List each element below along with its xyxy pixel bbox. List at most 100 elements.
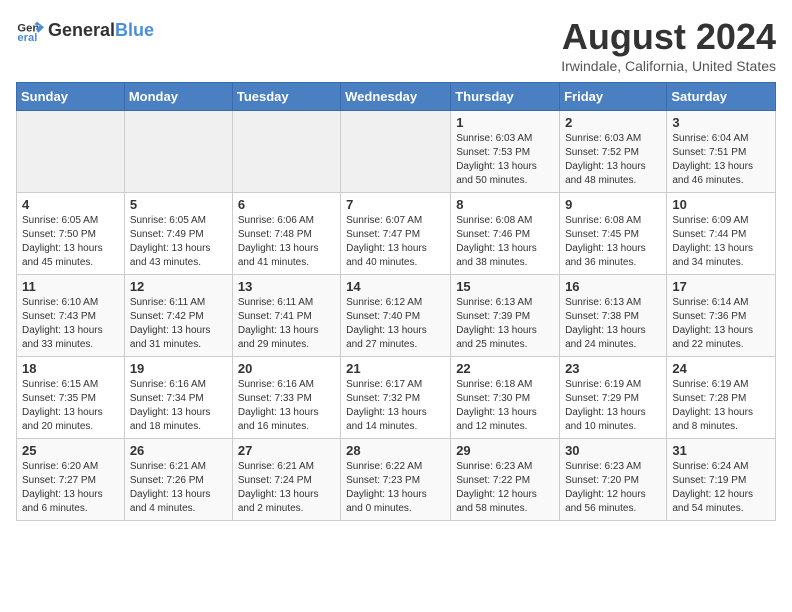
day-info: Sunrise: 6:23 AM Sunset: 7:22 PM Dayligh… (456, 460, 554, 516)
day-number: 4 (22, 197, 119, 212)
calendar-cell (232, 111, 340, 193)
day-number: 3 (672, 115, 770, 130)
calendar-cell: 23Sunrise: 6:19 AM Sunset: 7:29 PM Dayli… (560, 357, 667, 439)
calendar-cell: 10 Sunrise: 6:09 AM Sunset: 7:44 PM Dayli… (667, 193, 776, 275)
logo-text: GeneralBlue (48, 20, 154, 41)
calendar-cell: 28 Sunrise: 6:22 AM Sunset: 7:23 PM Dayli… (341, 439, 451, 521)
day-info: Sunrise: 6:21 AM Sunset: 7:26 PM Dayligh… (130, 460, 227, 516)
calendar-cell: 3Sunrise: 6:04 AM Sunset: 7:51 PM Daylig… (667, 111, 776, 193)
day-number: 13 (238, 279, 335, 294)
calendar-cell: 18 Sunrise: 6:15 AM Sunset: 7:35 PM Dayli… (17, 357, 125, 439)
day-number: 15 (456, 279, 554, 294)
day-number: 9 (565, 197, 661, 212)
day-info: Sunrise: 6:12 AM Sunset: 7:40 PM Dayligh… (346, 296, 445, 352)
day-number: 26 (130, 443, 227, 458)
calendar-cell: 25 Sunrise: 6:20 AM Sunset: 7:27 PM Dayli… (17, 439, 125, 521)
day-number: 14 (346, 279, 445, 294)
calendar-cell: 2Sunrise: 6:03 AM Sunset: 7:52 PM Daylig… (560, 111, 667, 193)
calendar-cell: 17 Sunrise: 6:14 AM Sunset: 7:36 PM Dayli… (667, 275, 776, 357)
calendar-table: SundayMondayTuesdayWednesdayThursdayFrid… (16, 82, 776, 521)
header-thursday: Thursday (451, 83, 560, 111)
day-number: 17 (672, 279, 770, 294)
logo: Gen eral GeneralBlue (16, 16, 154, 44)
day-info: Sunrise: 6:10 AM Sunset: 7:43 PM Dayligh… (22, 296, 119, 352)
day-info: Sunrise: 6:13 AM Sunset: 7:38 PM Dayligh… (565, 296, 661, 352)
day-info: Sunrise: 6:11 AM Sunset: 7:41 PM Dayligh… (238, 296, 335, 352)
calendar-cell: 6Sunrise: 6:06 AM Sunset: 7:48 PM Daylig… (232, 193, 340, 275)
day-number: 24 (672, 361, 770, 376)
calendar-cell: 22 Sunrise: 6:18 AM Sunset: 7:30 PM Dayli… (451, 357, 560, 439)
header-saturday: Saturday (667, 83, 776, 111)
day-number: 16 (565, 279, 661, 294)
header-monday: Monday (124, 83, 232, 111)
day-number: 11 (22, 279, 119, 294)
day-info: Sunrise: 6:06 AM Sunset: 7:48 PM Dayligh… (238, 214, 335, 270)
week-row-2: 11 Sunrise: 6:10 AM Sunset: 7:43 PM Dayli… (17, 275, 776, 357)
day-number: 25 (22, 443, 119, 458)
day-info: Sunrise: 6:05 AM Sunset: 7:49 PM Dayligh… (130, 214, 227, 270)
day-info: Sunrise: 6:24 AM Sunset: 7:19 PM Dayligh… (672, 460, 770, 516)
day-number: 5 (130, 197, 227, 212)
header-friday: Friday (560, 83, 667, 111)
day-number: 18 (22, 361, 119, 376)
logo-general: General (48, 20, 115, 40)
header-sunday: Sunday (17, 83, 125, 111)
calendar-cell: 7Sunrise: 6:07 AM Sunset: 7:47 PM Daylig… (341, 193, 451, 275)
calendar-cell: 9Sunrise: 6:08 AM Sunset: 7:45 PM Daylig… (560, 193, 667, 275)
day-number: 12 (130, 279, 227, 294)
title-block: August 2024 Irwindale, California, Unite… (561, 16, 776, 74)
day-number: 27 (238, 443, 335, 458)
day-info: Sunrise: 6:21 AM Sunset: 7:24 PM Dayligh… (238, 460, 335, 516)
day-number: 1 (456, 115, 554, 130)
day-info: Sunrise: 6:05 AM Sunset: 7:50 PM Dayligh… (22, 214, 119, 270)
day-info: Sunrise: 6:09 AM Sunset: 7:44 PM Dayligh… (672, 214, 770, 270)
week-row-0: 1 Sunrise: 6:03 AM Sunset: 7:53 PM Daylig… (17, 111, 776, 193)
calendar-cell: 12 Sunrise: 6:11 AM Sunset: 7:42 PM Dayli… (124, 275, 232, 357)
day-info: Sunrise: 6:14 AM Sunset: 7:36 PM Dayligh… (672, 296, 770, 352)
calendar-body: 1 Sunrise: 6:03 AM Sunset: 7:53 PM Daylig… (17, 111, 776, 521)
day-info: Sunrise: 6:16 AM Sunset: 7:33 PM Dayligh… (238, 378, 335, 434)
day-number: 22 (456, 361, 554, 376)
day-number: 10 (672, 197, 770, 212)
week-row-1: 4 Sunrise: 6:05 AM Sunset: 7:50 PM Daylig… (17, 193, 776, 275)
day-number: 23 (565, 361, 661, 376)
day-info: Sunrise: 6:22 AM Sunset: 7:23 PM Dayligh… (346, 460, 445, 516)
day-number: 28 (346, 443, 445, 458)
calendar-cell: 30 Sunrise: 6:23 AM Sunset: 7:20 PM Dayli… (560, 439, 667, 521)
svg-text:eral: eral (17, 32, 37, 44)
day-number: 30 (565, 443, 661, 458)
day-info: Sunrise: 6:15 AM Sunset: 7:35 PM Dayligh… (22, 378, 119, 434)
header-tuesday: Tuesday (232, 83, 340, 111)
calendar-title: August 2024 (561, 16, 776, 58)
calendar-cell: 13 Sunrise: 6:11 AM Sunset: 7:41 PM Dayli… (232, 275, 340, 357)
day-number: 21 (346, 361, 445, 376)
calendar-cell: 20Sunrise: 6:16 AM Sunset: 7:33 PM Dayli… (232, 357, 340, 439)
day-number: 2 (565, 115, 661, 130)
day-info: Sunrise: 6:11 AM Sunset: 7:42 PM Dayligh… (130, 296, 227, 352)
day-info: Sunrise: 6:08 AM Sunset: 7:46 PM Dayligh… (456, 214, 554, 270)
calendar-cell: 14 Sunrise: 6:12 AM Sunset: 7:40 PM Dayli… (341, 275, 451, 357)
calendar-cell: 4 Sunrise: 6:05 AM Sunset: 7:50 PM Daylig… (17, 193, 125, 275)
calendar-cell: 8 Sunrise: 6:08 AM Sunset: 7:46 PM Daylig… (451, 193, 560, 275)
day-number: 7 (346, 197, 445, 212)
calendar-cell (124, 111, 232, 193)
day-info: Sunrise: 6:19 AM Sunset: 7:28 PM Dayligh… (672, 378, 770, 434)
calendar-cell (341, 111, 451, 193)
day-info: Sunrise: 6:18 AM Sunset: 7:30 PM Dayligh… (456, 378, 554, 434)
day-info: Sunrise: 6:03 AM Sunset: 7:53 PM Dayligh… (456, 132, 554, 188)
day-number: 8 (456, 197, 554, 212)
day-info: Sunrise: 6:16 AM Sunset: 7:34 PM Dayligh… (130, 378, 227, 434)
page-header: Gen eral GeneralBlue August 2024 Irwinda… (16, 16, 776, 74)
day-info: Sunrise: 6:23 AM Sunset: 7:20 PM Dayligh… (565, 460, 661, 516)
day-info: Sunrise: 6:17 AM Sunset: 7:32 PM Dayligh… (346, 378, 445, 434)
calendar-cell: 19 Sunrise: 6:16 AM Sunset: 7:34 PM Dayli… (124, 357, 232, 439)
calendar-cell: 1 Sunrise: 6:03 AM Sunset: 7:53 PM Daylig… (451, 111, 560, 193)
week-row-4: 25 Sunrise: 6:20 AM Sunset: 7:27 PM Dayli… (17, 439, 776, 521)
calendar-cell (17, 111, 125, 193)
calendar-cell: 26 Sunrise: 6:21 AM Sunset: 7:26 PM Dayli… (124, 439, 232, 521)
day-info: Sunrise: 6:20 AM Sunset: 7:27 PM Dayligh… (22, 460, 119, 516)
day-number: 19 (130, 361, 227, 376)
calendar-header: SundayMondayTuesdayWednesdayThursdayFrid… (17, 83, 776, 111)
week-row-3: 18 Sunrise: 6:15 AM Sunset: 7:35 PM Dayli… (17, 357, 776, 439)
logo-icon: Gen eral (16, 16, 44, 44)
